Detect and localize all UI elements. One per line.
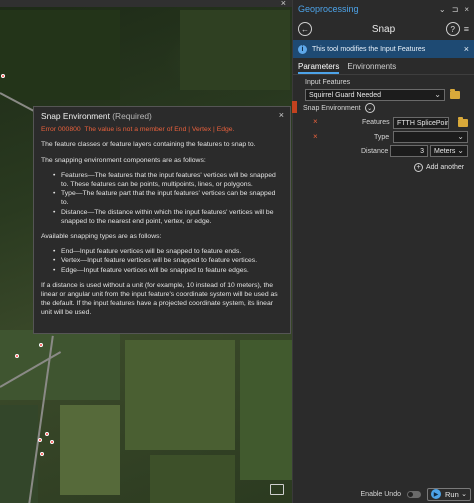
- map-marker[interactable]: [40, 452, 44, 456]
- tooltip-title-text: Snap Environment: [41, 111, 110, 121]
- input-features-label: Input Features: [305, 79, 351, 86]
- map-field: [180, 10, 290, 90]
- list-item: Edge—Input feature vertices will be snap…: [53, 266, 283, 275]
- error-text: The value is not a member of End | Verte…: [84, 126, 235, 134]
- tooltip-required: (Required): [112, 111, 152, 121]
- error-code: Error 000800: [41, 126, 81, 134]
- error-icon: ×: [313, 132, 318, 141]
- list-item: Vertex—Input feature vertices will be sn…: [53, 256, 283, 265]
- input-features-select[interactable]: Squirrel Guard Needed: [305, 89, 445, 101]
- map-marker[interactable]: [45, 432, 49, 436]
- tab-parameters[interactable]: Parameters: [298, 62, 340, 74]
- parameter-error-indicator: [292, 101, 297, 113]
- chevron-down-icon[interactable]: ⌄: [364, 103, 375, 113]
- info-message: This tool modifies the Input Features: [312, 45, 426, 53]
- tab-environments[interactable]: Environments: [347, 62, 396, 74]
- distance-value: 3: [420, 147, 424, 155]
- chevron-down-icon[interactable]: ⌄: [439, 5, 446, 14]
- tool-header-row: ← Snap ? ≡: [293, 18, 474, 40]
- map-field: [125, 340, 235, 450]
- snap-environment-header: Snap Environment ⌄: [303, 103, 375, 113]
- folder-icon[interactable]: [450, 89, 460, 99]
- pane-footer: Enable Undo ▶ Run ⌄: [293, 485, 474, 503]
- pane-title: Geoprocessing: [298, 4, 359, 14]
- chevron-down-icon[interactable]: ⌄: [461, 490, 467, 498]
- plus-icon: +: [414, 163, 423, 172]
- pin-icon[interactable]: ⊐: [452, 5, 459, 14]
- run-button[interactable]: ▶ Run ⌄: [427, 487, 471, 501]
- features-select[interactable]: FTTH SplicePoir: [393, 117, 449, 129]
- pane-header-icons: ⌄ ⊐ ×: [439, 5, 469, 14]
- geoprocessing-pane: Geoprocessing ⌄ ⊐ × ← Snap ? ≡ i This to…: [292, 0, 474, 503]
- tooltip-error: Error 000800 The value is not a member o…: [41, 125, 283, 134]
- list-item: Type—The feature part that the input fea…: [53, 189, 283, 207]
- more-options-icon[interactable]: ≡: [464, 24, 469, 34]
- list-item: End—Input feature vertices will be snapp…: [53, 247, 283, 256]
- info-bar: i This tool modifies the Input Features …: [293, 40, 474, 58]
- enable-undo-label: Enable Undo: [360, 490, 401, 498]
- remove-row-icon[interactable]: ×: [313, 117, 318, 126]
- pane-tabs: Parameters Environments: [293, 58, 474, 74]
- distance-unit-select[interactable]: Meters: [430, 145, 468, 157]
- add-another-button[interactable]: + Add another: [414, 163, 464, 172]
- input-features-row: Squirrel Guard Needed: [305, 89, 460, 101]
- map-marker[interactable]: [38, 438, 42, 442]
- type-row: ×: [313, 132, 318, 141]
- distance-unit-value: Meters: [434, 147, 456, 155]
- features-label: Features: [362, 119, 390, 126]
- map-field: [150, 455, 235, 503]
- help-icon[interactable]: ?: [445, 22, 460, 36]
- components-list: Features—The features that the input fea…: [41, 171, 283, 226]
- features-value: FTTH SplicePoir: [397, 119, 449, 127]
- types-list: End—Input feature vertices will be snapp…: [41, 247, 283, 275]
- enable-undo-toggle[interactable]: [407, 490, 421, 498]
- back-arrow-icon[interactable]: ←: [298, 22, 312, 36]
- list-item: Distance—The distance within which the i…: [53, 208, 283, 226]
- map-field: [0, 10, 120, 100]
- close-icon[interactable]: ×: [464, 5, 469, 14]
- map-field: [60, 405, 120, 495]
- map-marker[interactable]: [50, 440, 54, 444]
- info-icon: i: [298, 44, 307, 54]
- input-features-value: Squirrel Guard Needed: [309, 91, 381, 99]
- add-another-label: Add another: [426, 164, 465, 171]
- tooltip-intro: The feature classes or feature layers co…: [41, 141, 256, 149]
- close-icon[interactable]: ×: [464, 44, 469, 54]
- tooltip-components-heading: The snapping environment components are …: [41, 156, 206, 164]
- distance-label: Distance: [361, 148, 389, 155]
- tooltip-types-heading: Available snapping types are as follows:: [41, 233, 162, 241]
- map-tab-bar: ×: [0, 0, 292, 8]
- pane-header: Geoprocessing ⌄ ⊐ ×: [293, 0, 474, 18]
- tab-divider: [293, 74, 474, 75]
- folder-icon[interactable]: [458, 117, 468, 127]
- type-label: Type: [374, 134, 390, 141]
- list-item: Features—The features that the input fea…: [53, 171, 283, 189]
- distance-input[interactable]: 3: [390, 145, 428, 157]
- map-marker[interactable]: [15, 354, 19, 358]
- map-marker[interactable]: [39, 343, 43, 347]
- type-select[interactable]: [393, 131, 468, 143]
- tooltip-footnote: If a distance is used without a unit (fo…: [41, 281, 278, 317]
- tooltip-title: Snap Environment (Required): [41, 111, 283, 121]
- parameter-help-tooltip: × Snap Environment (Required) Error 0008…: [33, 106, 291, 334]
- map-overview-icon[interactable]: [270, 484, 284, 495]
- map-field: [240, 340, 292, 480]
- run-label: Run: [445, 489, 459, 499]
- map-field: [0, 330, 120, 400]
- map-marker[interactable]: [1, 74, 5, 78]
- play-icon: ▶: [431, 489, 441, 499]
- features-row: × Features: [313, 117, 390, 126]
- close-icon[interactable]: ×: [281, 0, 286, 8]
- close-icon[interactable]: ×: [279, 110, 284, 120]
- snap-environment-label: Snap Environment: [303, 104, 361, 112]
